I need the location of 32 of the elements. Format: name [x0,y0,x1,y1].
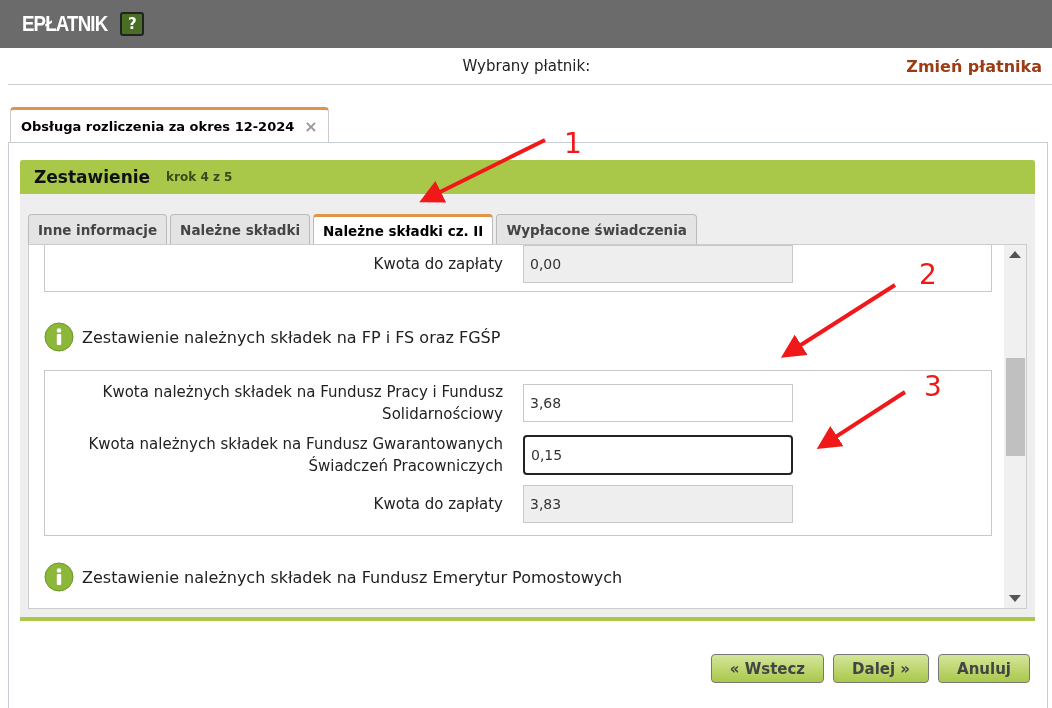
field-label: Kwota do zapłaty [372,254,504,275]
field-label: Kwota należnych składek na Fundusz Gwarantowanych Świadczeń Pracowniczych [87,434,504,477]
section-heading: Zestawienie należnych składek na FP i FS oraz FGŚP [82,327,501,347]
step-label: krok 4 z 5 [166,170,233,184]
nav-button[interactable]: Anuluj [938,654,1030,683]
scroll-up-icon[interactable] [1009,251,1021,258]
field-label: Kwota należnych składek na Fundusz Pracy i Fundusz Solidarnościowy [101,382,504,425]
tab-title: Obsługa rozliczenia za okres 12-2024 [21,119,295,134]
section-heading: Zestawienie należnych składek na Fundusz Emerytur Pomostowych [82,567,623,587]
info-icon [44,322,74,352]
info-icon [44,562,74,592]
scroll-down-icon[interactable] [1009,595,1021,602]
payer-label: Wybrany płatnik: [462,57,591,75]
help-button[interactable]: ? [120,12,145,36]
tab[interactable]: Inne informacje [28,214,168,244]
input-field[interactable]: 3,68 [523,384,793,422]
annotation-number: 3 [924,370,942,403]
tab[interactable]: Należne składki cz. II [313,214,494,244]
tab[interactable]: Wypłacone świadczenia [496,214,697,244]
change-payer-link[interactable]: Zmień płatnika [906,56,1042,76]
app-logo: EPŁATNIK [22,11,108,37]
annotation-number: 1 [564,127,582,160]
wizard-title: Zestawienie [34,167,151,187]
annotation-number: 2 [919,258,937,291]
scrollbar[interactable] [1004,245,1026,608]
input-field[interactable]: 0,15 [523,435,793,475]
nav-button[interactable]: « Wstecz [710,654,825,683]
scroll-thumb[interactable] [1005,357,1025,456]
document-tab[interactable]: Obsługa rozliczenia za okres 12-2024 × [10,107,329,142]
nav-button[interactable]: Dalej » [833,654,930,683]
field-label: Kwota do zapłaty [372,494,504,515]
tab[interactable]: Należne składki [170,214,311,244]
